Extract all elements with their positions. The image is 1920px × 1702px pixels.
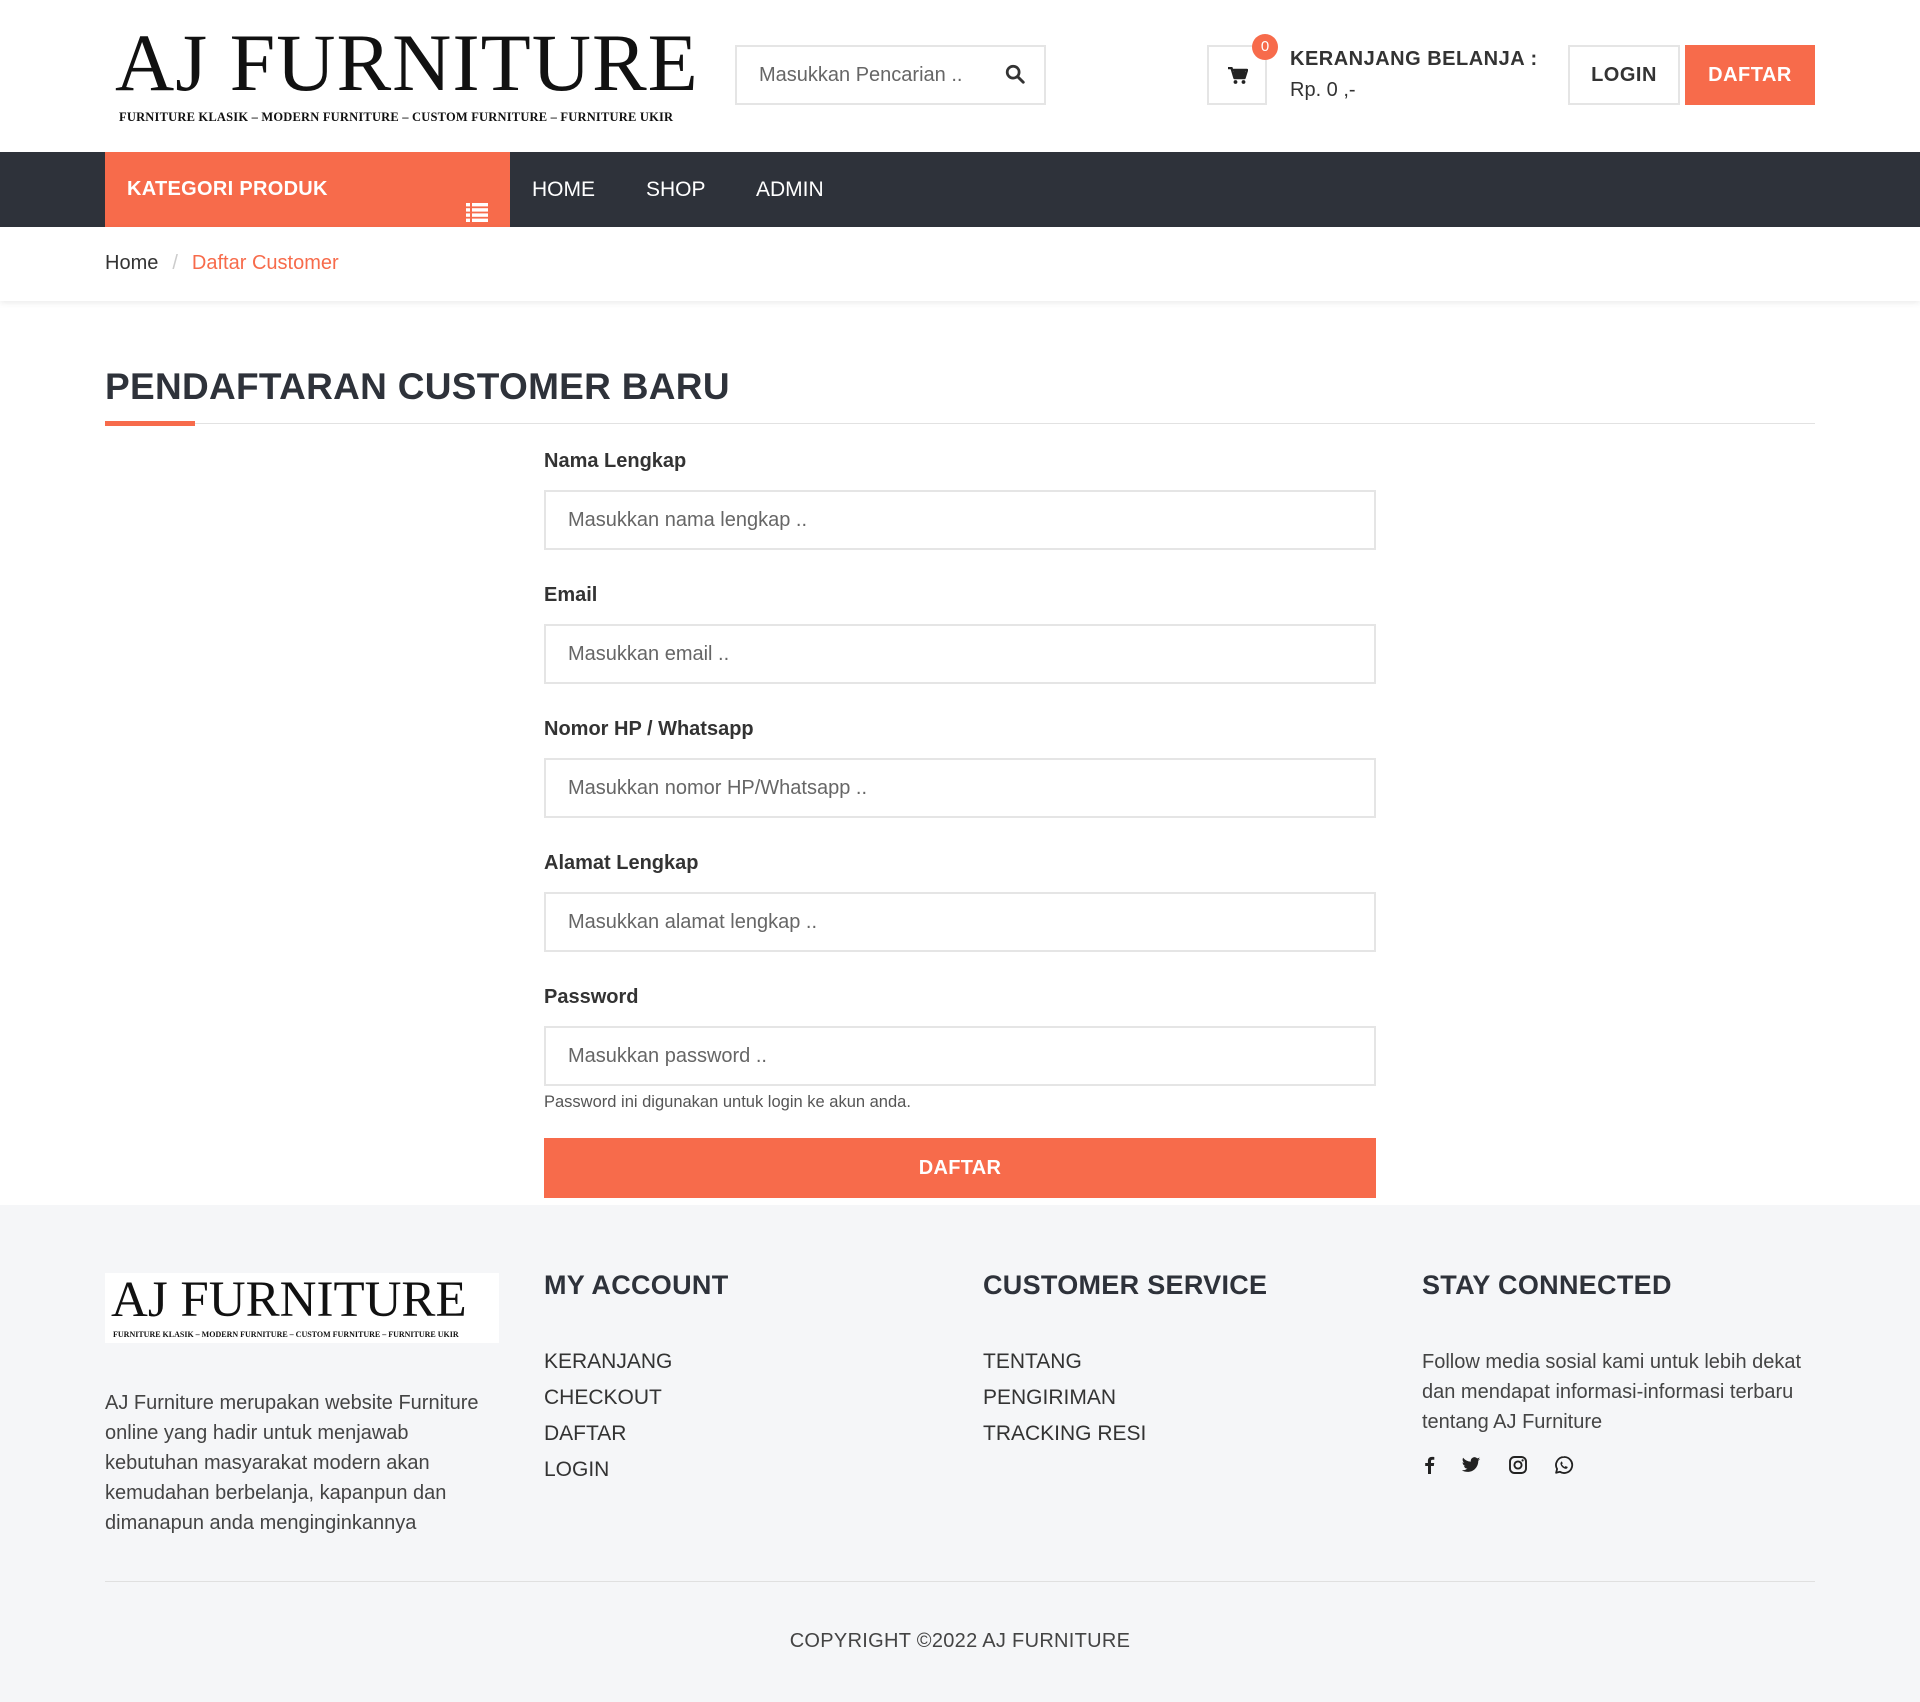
search-box [735,45,1046,105]
cart-icon [1228,67,1248,84]
footer-logo-title: AJ FURNITURE [111,1273,467,1328]
site-logo[interactable]: AJ FURNITURE FURNITURE KLASIK – MODERN F… [115,22,705,125]
footer-about-text: AJ Furniture merupakan website Furniture… [105,1392,479,1534]
footer-link-tracking-resi[interactable]: TRACKING RESI [983,1422,1146,1458]
category-menu-button[interactable]: KATEGORI PRODUK [105,152,510,227]
footer-link-login[interactable]: LOGIN [544,1458,672,1494]
footer-my-account-links: KERANJANG CHECKOUT DAFTAR LOGIN [544,1350,672,1494]
breadcrumb-bar: Home / Daftar Customer [0,227,1920,301]
footer-link-daftar[interactable]: DAFTAR [544,1422,672,1458]
footer-link-pengiriman[interactable]: PENGIRIMAN [983,1386,1146,1422]
site-footer: AJ FURNITURE FURNITURE KLASIK – MODERN F… [0,1205,1920,1702]
field-group-address: Alamat Lengkap [544,852,1376,952]
field-group-email: Email [544,584,1376,684]
login-button[interactable]: LOGIN [1568,45,1680,105]
phone-label: Nomor HP / Whatsapp [544,718,754,740]
footer-stay-connected-title: STAY CONNECTED [1422,1270,1672,1300]
main-navbar: KATEGORI PRODUK HOME SHOP ADMIN [0,152,1920,227]
logo-title: AJ FURNITURE [115,17,699,108]
breadcrumb-current: Daftar Customer [191,252,339,274]
cart-count-badge: 0 [1252,34,1278,60]
copyright-text: COPYRIGHT ©2022 AJ FURNITURE [789,1630,1131,1652]
cart-title[interactable]: KERANJANG BELANJA : [1290,48,1538,71]
footer-link-checkout[interactable]: CHECKOUT [544,1386,672,1422]
password-field[interactable] [544,1026,1376,1086]
name-label: Nama Lengkap [544,450,687,472]
nav-admin[interactable]: ADMIN [756,152,824,227]
breadcrumb-home[interactable]: Home [105,252,158,274]
password-help-text: Password ini digunakan untuk login ke ak… [544,1093,911,1111]
breadcrumb: Home / Daftar Customer [105,252,339,275]
category-menu-label: KATEGORI PRODUK [127,178,328,200]
password-label: Password [544,986,639,1008]
search-input[interactable] [737,47,992,103]
footer-customer-service-links: TENTANG PENGIRIMAN TRACKING RESI [983,1350,1146,1458]
title-accent-bar [105,421,195,426]
name-field[interactable] [544,490,1376,550]
footer-customer-service-title: CUSTOMER SERVICE [983,1270,1268,1300]
nav-shop[interactable]: SHOP [646,152,706,227]
whatsapp-icon[interactable] [1554,1455,1574,1475]
footer-divider [105,1581,1815,1582]
logo-tagline: FURNITURE KLASIK – MODERN FURNITURE – CU… [119,110,674,124]
footer-link-keranjang[interactable]: KERANJANG [544,1350,672,1386]
twitter-icon[interactable] [1461,1455,1481,1475]
registration-form: Nama Lengkap Email Nomor HP / Whatsapp A… [544,450,1376,1198]
footer-logo[interactable]: AJ FURNITURE FURNITURE KLASIK – MODERN F… [105,1273,499,1343]
footer-logo-tagline: FURNITURE KLASIK – MODERN FURNITURE – CU… [113,1330,459,1339]
breadcrumb-separator: / [172,252,178,274]
cart-total: Rp. 0 ,- [1290,79,1356,101]
site-header: AJ FURNITURE FURNITURE KLASIK – MODERN F… [0,0,1920,152]
page-title: PENDAFTARAN CUSTOMER BARU [105,366,730,407]
email-label: Email [544,584,598,606]
address-field[interactable] [544,892,1376,952]
submit-register-button[interactable]: DAFTAR [544,1138,1376,1198]
field-group-phone: Nomor HP / Whatsapp [544,718,1376,818]
footer-link-tentang[interactable]: TENTANG [983,1350,1146,1386]
field-group-name: Nama Lengkap [544,450,1376,550]
instagram-icon[interactable] [1508,1455,1528,1475]
nav-home[interactable]: HOME [532,152,595,227]
facebook-icon[interactable] [1420,1455,1440,1475]
footer-stay-connected-text: Follow media sosial kami untuk lebih dek… [1422,1351,1802,1433]
phone-field[interactable] [544,758,1376,818]
footer-my-account-title: MY ACCOUNT [544,1270,729,1300]
field-group-password: Password Password ini digunakan untuk lo… [544,986,1376,1112]
email-field[interactable] [544,624,1376,684]
search-icon[interactable] [1004,63,1028,87]
register-button[interactable]: DAFTAR [1685,45,1815,105]
title-divider [105,423,1815,424]
address-label: Alamat Lengkap [544,852,699,874]
